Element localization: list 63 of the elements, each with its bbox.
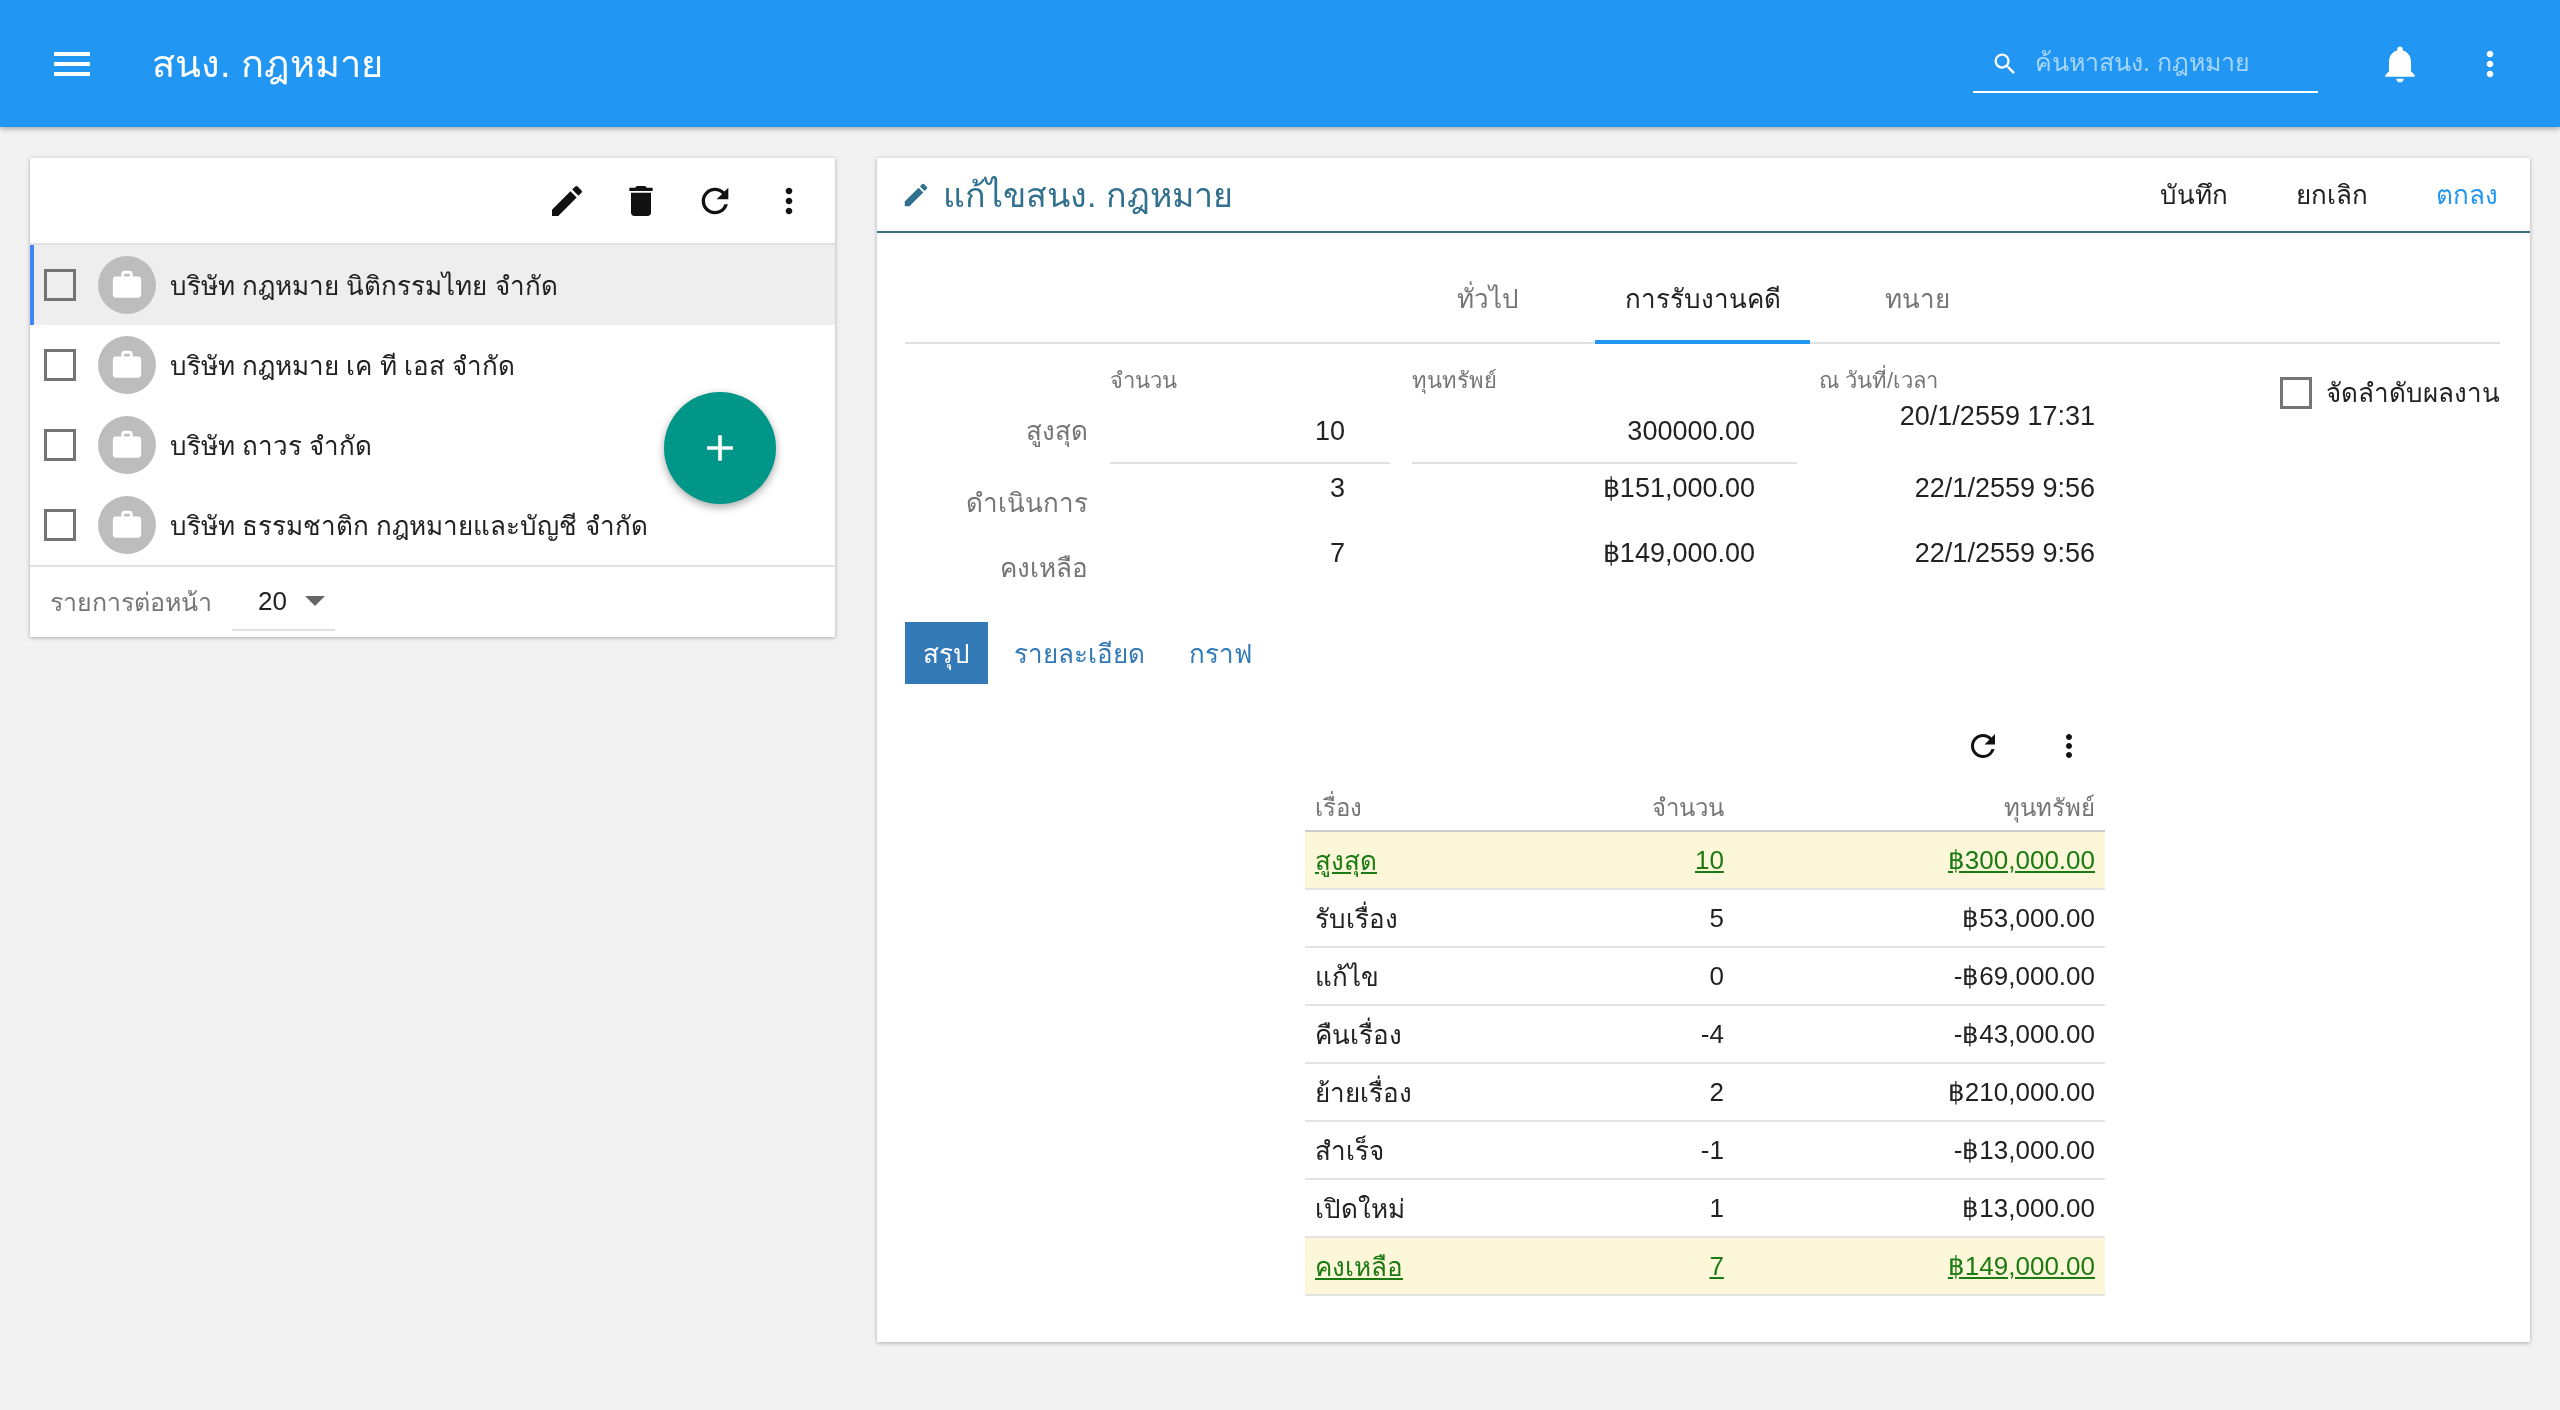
- list-item[interactable]: บริษัท กฎหมาย เค ที เอส จำกัด: [30, 325, 835, 405]
- table-cell: -1: [1573, 1121, 1734, 1179]
- table-cell: ฿53,000.00: [1733, 889, 2105, 947]
- app-title: สนง. กฎหมาย: [152, 42, 384, 87]
- row-label: ดำเนินการ: [965, 488, 1088, 520]
- action-button[interactable]: ยกเลิก: [2272, 164, 2392, 225]
- column-header: จำนวน: [1110, 368, 1178, 395]
- add-button[interactable]: [664, 392, 776, 504]
- datetime-text: 20/1/2559 17:31: [1898, 400, 2096, 433]
- list-item[interactable]: บริษัท กฎหมาย นิติกรรมไทย จำกัด: [30, 245, 835, 325]
- count-field[interactable]: 10: [1110, 400, 1390, 464]
- datetime-text: 22/1/2559 9:56: [1913, 537, 2096, 570]
- table-cell: -฿69,000.00: [1733, 947, 2105, 1005]
- action-button[interactable]: ตกลง: [2412, 164, 2522, 225]
- amount-text: ฿151,000.00: [1601, 472, 1756, 505]
- view-tab[interactable]: รายละเอียด: [996, 622, 1163, 684]
- dropdown-caret-icon: [304, 596, 325, 606]
- item-name: บริษัท ถาวร จำกัด: [170, 429, 373, 463]
- table-cell: ฿210,000.00: [1733, 1063, 2105, 1121]
- table-cell: คืนเรื่อง: [1305, 1005, 1574, 1063]
- table-cell: สำเร็จ: [1305, 1121, 1574, 1179]
- checkbox-label: จัดลำดับผลงาน: [2326, 377, 2500, 410]
- table-cell: 5: [1573, 889, 1734, 947]
- table-cell: -฿43,000.00: [1733, 1005, 2105, 1063]
- view-tab[interactable]: กราฟ: [1171, 622, 1270, 684]
- table-cell: ย้ายเรื่อง: [1305, 1063, 1574, 1121]
- list-item[interactable]: บริษัท ถาวร จำกัด: [30, 405, 835, 485]
- row-label: สูงสุด: [1025, 416, 1088, 448]
- amount-text: ฿149,000.00: [1601, 537, 1756, 570]
- view-tab[interactable]: สรุป: [905, 622, 988, 684]
- item-name: บริษัท ธรรมชาติก กฎหมายและบัญชี จำกัด: [170, 509, 648, 543]
- table-cell: -4: [1573, 1005, 1734, 1063]
- checkbox[interactable]: [44, 509, 76, 541]
- table-link[interactable]: 10: [1694, 844, 1724, 875]
- list-item[interactable]: บริษัท ธรรมชาติก กฎหมายและบัญชี จำกัด: [30, 485, 835, 565]
- page-size-label: รายการต่อหน้า: [50, 587, 212, 618]
- tab[interactable]: การรับงานคดี: [1595, 257, 1810, 344]
- search-field[interactable]: ค้นหาสนง. กฎหมาย: [1973, 34, 2318, 93]
- table-link[interactable]: คงเหลือ: [1315, 1251, 1403, 1282]
- tab[interactable]: ทนาย: [1810, 257, 2025, 344]
- checkbox[interactable]: [2280, 376, 2312, 409]
- checkbox[interactable]: [44, 429, 76, 461]
- table-link[interactable]: สูงสุด: [1315, 845, 1377, 876]
- row-label: คงเหลือ: [999, 553, 1088, 585]
- amount-field[interactable]: 300000.00: [1412, 400, 1797, 464]
- count-text: 3: [1328, 472, 1346, 505]
- table-cell: -฿13,000.00: [1733, 1121, 2105, 1179]
- datetime-text: 22/1/2559 9:56: [1913, 472, 2096, 505]
- action-button[interactable]: บันทึก: [2136, 164, 2252, 225]
- checkbox[interactable]: [44, 349, 76, 381]
- count-text: 7: [1328, 537, 1346, 570]
- table-cell: รับเรื่อง: [1305, 889, 1574, 947]
- column-header: ทุนทรัพย์: [1412, 368, 1498, 396]
- item-name: บริษัท กฎหมาย เค ที เอส จำกัด: [170, 349, 516, 383]
- table-cell: 0: [1573, 947, 1734, 1005]
- item-name: บริษัท กฎหมาย นิติกรรมไทย จำกัด: [170, 269, 558, 303]
- tab[interactable]: ทั่วไป: [1380, 257, 1595, 344]
- page-size-select[interactable]: 20: [232, 573, 335, 631]
- table-link[interactable]: 7: [1709, 1250, 1724, 1281]
- table-cell: แก้ไข: [1305, 947, 1574, 1005]
- panel-title: แก้ไขสนง. กฎหมาย: [943, 174, 1233, 216]
- checkbox[interactable]: [44, 269, 76, 301]
- table-cell: 2: [1573, 1063, 1734, 1121]
